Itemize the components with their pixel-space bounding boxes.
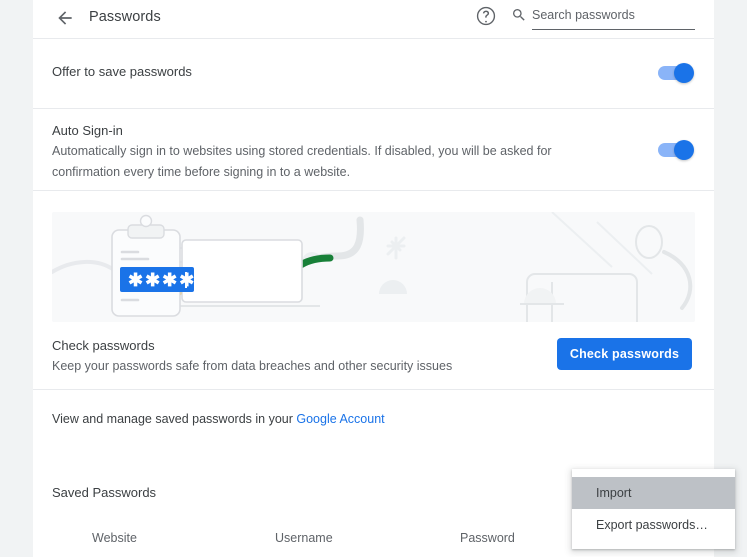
toggle-offer-to-save[interactable] xyxy=(658,63,694,83)
check-passwords-button[interactable]: Check passwords xyxy=(557,338,692,370)
setting-row-offer-to-save[interactable]: Offer to save passwords xyxy=(33,38,714,108)
setting-label-auto-signin: Auto Sign-in xyxy=(52,123,123,138)
setting-label-offer-to-save: Offer to save passwords xyxy=(52,64,192,79)
check-passwords-title: Check passwords xyxy=(52,338,155,353)
setting-row-auto-signin[interactable]: Auto Sign-in Automatically sign in to we… xyxy=(33,108,714,190)
back-arrow-icon[interactable] xyxy=(51,4,79,32)
password-safety-illustration: ✱✱✱✱ xyxy=(52,212,695,322)
column-header-username: Username xyxy=(275,531,333,545)
check-passwords-row: Check passwords Keep your passwords safe… xyxy=(33,330,714,389)
search-box[interactable] xyxy=(511,4,696,30)
passwords-settings-card: Passwords Offer to s xyxy=(33,0,735,557)
toggle-knob xyxy=(674,63,694,83)
passwords-context-menu: Import Export passwords… xyxy=(572,469,735,549)
page-title: Passwords xyxy=(89,9,161,25)
setting-description-auto-signin: Automatically sign in to websites using … xyxy=(52,144,552,179)
search-icon xyxy=(511,7,527,23)
google-account-row: View and manage saved passwords in your … xyxy=(33,389,714,448)
menu-item-export-passwords[interactable]: Export passwords… xyxy=(572,509,735,541)
page-header: Passwords xyxy=(33,0,714,38)
setting-text-group: Auto Sign-in Automatically sign in to we… xyxy=(52,121,582,183)
settings-page: Passwords Offer to s xyxy=(0,0,747,557)
column-header-website: Website xyxy=(92,531,137,545)
toggle-auto-signin[interactable] xyxy=(658,140,694,160)
manage-passwords-text: View and manage saved passwords in your … xyxy=(52,410,385,428)
check-passwords-subtitle: Keep your passwords safe from data breac… xyxy=(52,359,453,373)
menu-item-import[interactable]: Import xyxy=(572,477,735,509)
setting-text-group: Offer to save passwords xyxy=(52,62,192,82)
search-input[interactable] xyxy=(532,4,695,30)
google-account-link[interactable]: Google Account xyxy=(296,412,384,426)
column-header-password: Password xyxy=(460,531,515,545)
toggle-knob xyxy=(674,140,694,160)
manage-passwords-prefix: View and manage saved passwords in your xyxy=(52,412,297,426)
divider xyxy=(33,190,714,191)
help-circle-icon[interactable] xyxy=(475,5,497,27)
saved-passwords-title: Saved Passwords xyxy=(52,485,157,500)
